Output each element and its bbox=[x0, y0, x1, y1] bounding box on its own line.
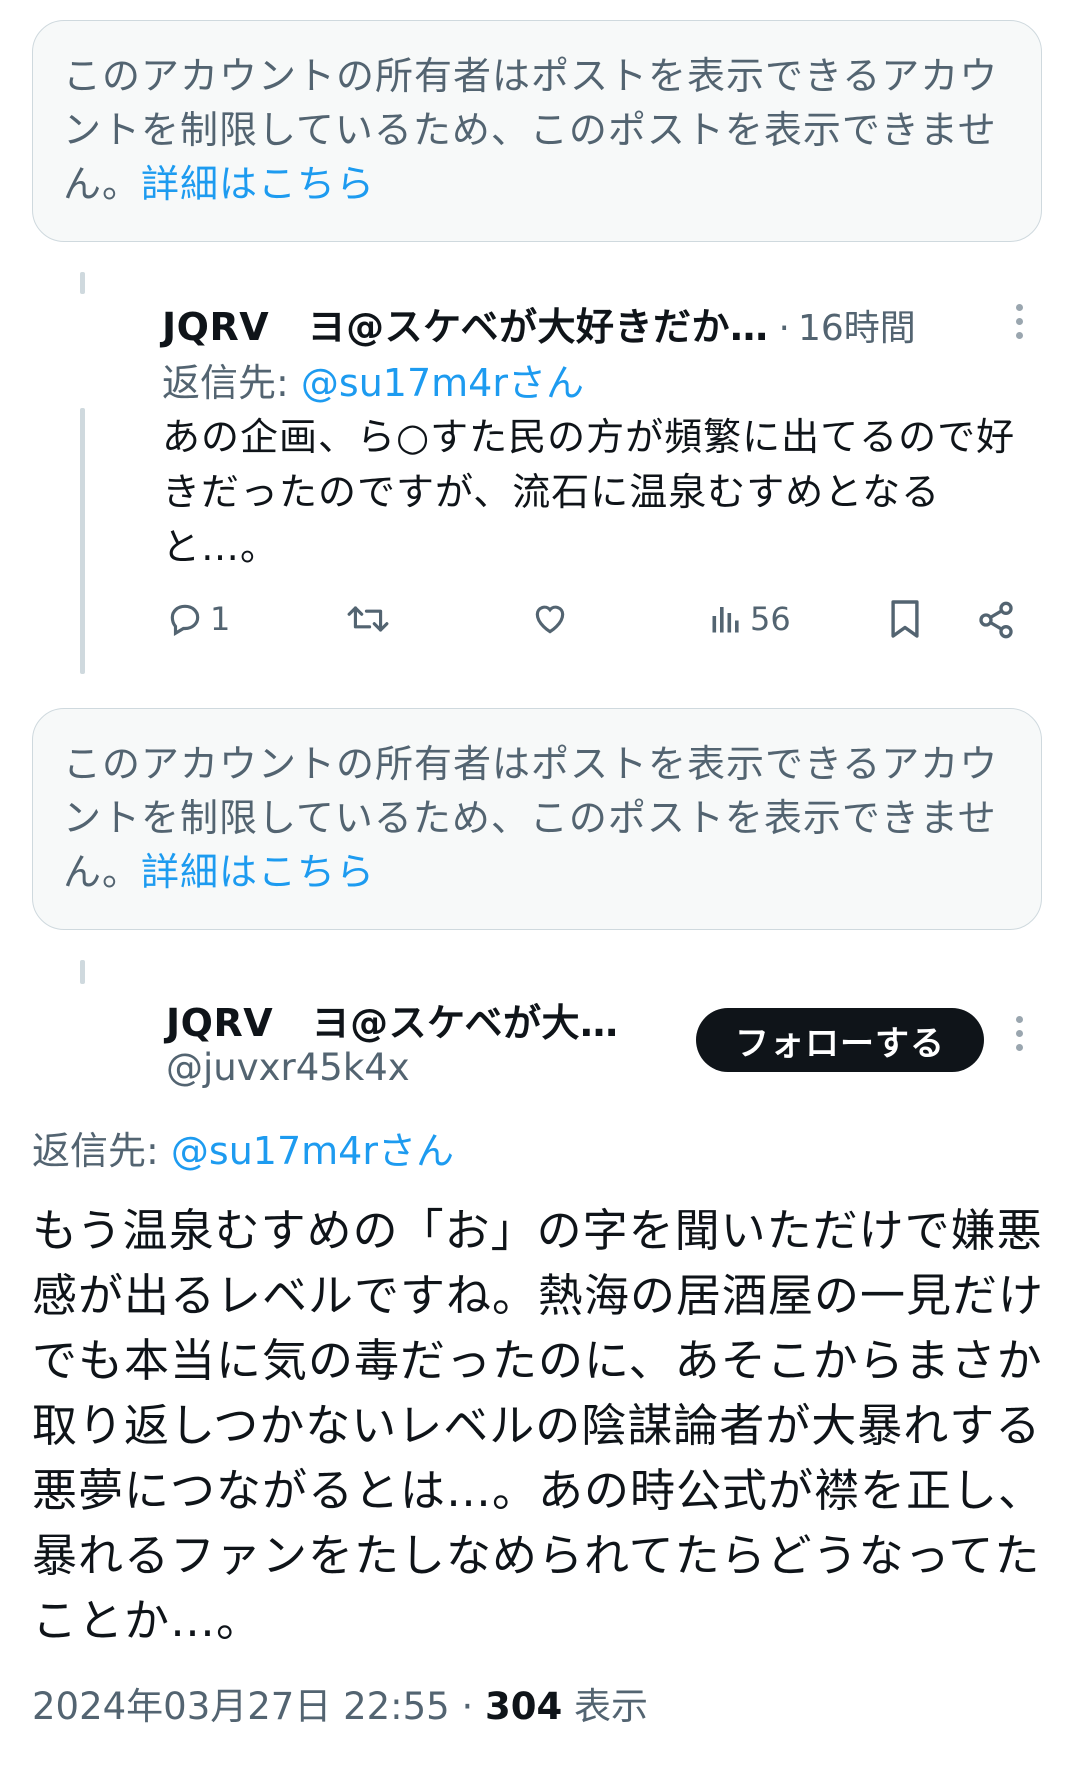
learn-more-link[interactable]: 詳細はこちら bbox=[141, 850, 375, 894]
reply-to-label: 返信先: bbox=[162, 361, 301, 405]
follow-button[interactable]: フォローする bbox=[696, 1008, 984, 1072]
thread-line bbox=[80, 408, 85, 674]
reply-post-text: あの企画、ら○すた民の方が頻繁に出てるので好きだったのですが、流石に温泉むすめと… bbox=[162, 415, 1016, 569]
view-count: 304 bbox=[485, 1685, 563, 1728]
post-meta: 2024年03月27日 22:55 · 304 表示 bbox=[32, 1676, 648, 1730]
bookmark-button[interactable] bbox=[888, 598, 922, 640]
views-icon bbox=[708, 600, 744, 638]
reply-to-user-link[interactable]: @su17m4rさん bbox=[301, 361, 584, 405]
retweet-icon bbox=[346, 600, 390, 638]
bookmark-icon bbox=[888, 598, 922, 640]
separator: · bbox=[778, 308, 790, 349]
restricted-post-notice: このアカウントの所有者はポストを表示できるアカウントを制限しているため、このポス… bbox=[32, 20, 1042, 242]
display-name[interactable]: JQRV ヨ@スケベが大好きだか… bbox=[162, 296, 768, 351]
reply-to-label: 返信先: bbox=[32, 1129, 171, 1173]
reply-to: 返信先: @su17m4rさん bbox=[162, 352, 584, 407]
separator: · bbox=[461, 1685, 474, 1728]
reply-post-header: JQRV ヨ@スケベが大好きだか… · 16時間 bbox=[162, 296, 916, 351]
reply-button[interactable]: 1 bbox=[166, 600, 230, 638]
like-button[interactable] bbox=[530, 600, 570, 638]
reply-to: 返信先: @su17m4rさん bbox=[32, 1120, 454, 1175]
view-label: 表示 bbox=[574, 1685, 649, 1728]
reply-count: 1 bbox=[210, 600, 231, 638]
reply-icon bbox=[166, 600, 204, 638]
post-time[interactable]: 16時間 bbox=[798, 299, 916, 351]
views-button[interactable]: 56 bbox=[708, 600, 791, 638]
post-text: もう温泉むすめの「お」の字を聞いただけで嫌悪感が出るレベルですね。熱海の居酒屋の… bbox=[32, 1204, 1045, 1647]
restricted-post-notice: このアカウントの所有者はポストを表示できるアカウントを制限しているため、このポス… bbox=[32, 708, 1042, 930]
share-icon bbox=[976, 600, 1016, 640]
learn-more-link[interactable]: 詳細はこちら bbox=[141, 162, 375, 206]
share-button[interactable] bbox=[976, 600, 1016, 640]
retweet-button[interactable] bbox=[346, 600, 390, 638]
thread-line-top bbox=[80, 272, 85, 294]
view-count: 56 bbox=[750, 600, 791, 638]
user-handle[interactable]: @juvxr45k4x bbox=[166, 1046, 410, 1089]
reply-to-user-link[interactable]: @su17m4rさん bbox=[171, 1129, 454, 1173]
thread-line-top bbox=[80, 960, 85, 984]
post-timestamp[interactable]: 2024年03月27日 22:55 bbox=[32, 1685, 450, 1728]
more-options-icon[interactable] bbox=[1014, 1016, 1024, 1051]
like-icon bbox=[530, 600, 570, 638]
display-name[interactable]: JQRV ヨ@スケベが大… bbox=[166, 992, 618, 1047]
more-options-icon[interactable] bbox=[1014, 304, 1024, 339]
